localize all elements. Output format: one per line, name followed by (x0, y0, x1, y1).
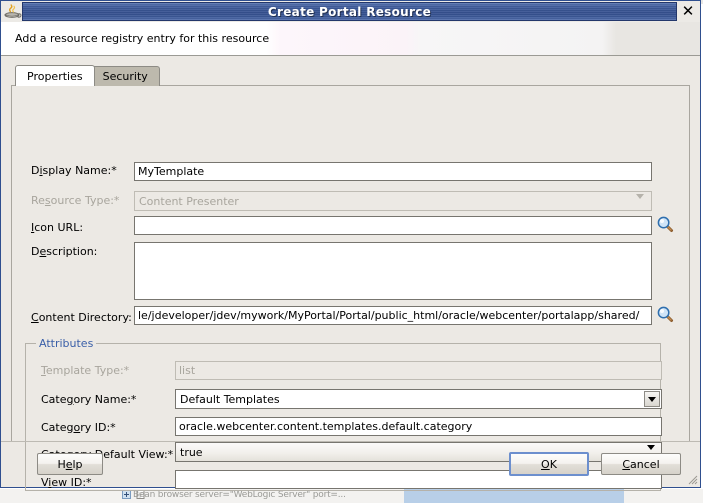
content-directory-input[interactable] (134, 306, 652, 325)
field-row-icon-url: Icon URL: (31, 221, 83, 234)
category-name-value: Default Templates (180, 392, 280, 406)
dialog-content: Security Properties Display Name:* Resou… (1, 56, 700, 491)
template-type-input: list (175, 361, 662, 380)
ok-button[interactable]: OK (509, 452, 589, 476)
field-row-resource-type: Resource Type:* (31, 194, 119, 207)
chevron-down-icon (636, 194, 644, 212)
category-name-label: Category Name:* (41, 393, 137, 406)
tree-expand-icon (122, 490, 131, 499)
java-coffee-cup-icon (2, 2, 22, 21)
field-row-category-id: Category ID:* (41, 421, 116, 434)
field-row-description: Description: (31, 245, 97, 258)
tabstrip: Security Properties (15, 65, 160, 86)
dialog-subtitle: Add a resource registry entry for this r… (15, 32, 270, 45)
category-name-combo[interactable]: Default Templates (175, 389, 662, 409)
resource-type-value: Content Presenter (139, 194, 239, 208)
cancel-button[interactable]: Cancel (601, 453, 681, 475)
background-status-text: Bean browser server="WebLogic Server" po… (133, 490, 346, 500)
resize-grip[interactable] (686, 473, 698, 485)
chevron-down-icon[interactable] (644, 391, 660, 407)
icon-url-input[interactable] (134, 216, 652, 235)
template-type-value: list (179, 364, 196, 377)
template-type-label: Template Type:* (41, 364, 130, 377)
create-portal-resource-dialog: Create Portal Resource ✕ Add a resource … (0, 0, 701, 491)
description-textarea[interactable] (134, 242, 652, 300)
display-name-label: Display Name:* (31, 164, 117, 177)
dialog-header-bar: Add a resource registry entry for this r… (1, 22, 700, 56)
dialog-title-fill: Create Portal Resource (22, 2, 677, 21)
category-id-label: Category ID:* (41, 421, 116, 434)
help-button[interactable]: Help (37, 453, 103, 475)
dialog-titlebar[interactable]: Create Portal Resource ✕ (1, 1, 700, 22)
field-row-category-name: Category Name:* (41, 393, 136, 406)
content-directory-label: Content Directory: (31, 311, 132, 324)
field-row-display-name: Display Name:* (31, 164, 117, 177)
close-icon[interactable]: ✕ (677, 2, 699, 21)
description-label: Description: (31, 245, 98, 258)
icon-url-browse-magnifier-icon[interactable] (657, 216, 674, 233)
tab-security[interactable]: Security (90, 66, 160, 86)
content-directory-browse-magnifier-icon[interactable] (657, 306, 674, 323)
resource-type-label: Resource Type:* (31, 194, 120, 207)
tab-properties[interactable]: Properties (15, 65, 95, 86)
dialog-button-bar: Help OK Cancel (1, 441, 700, 487)
attributes-legend: Attributes (36, 337, 97, 350)
background-selected-row (404, 489, 624, 503)
tab-security-label: Security (102, 70, 148, 83)
field-row-content-directory: Content Directory: (31, 311, 132, 324)
field-row-template-type: Template Type:* (41, 364, 129, 377)
category-id-input[interactable] (175, 417, 662, 436)
tab-properties-label: Properties (27, 69, 83, 83)
icon-url-label: Icon URL: (31, 221, 84, 234)
resource-type-combo: Content Presenter (134, 191, 652, 212)
display-name-input[interactable] (134, 162, 652, 181)
dialog-title: Create Portal Resource (267, 4, 432, 19)
